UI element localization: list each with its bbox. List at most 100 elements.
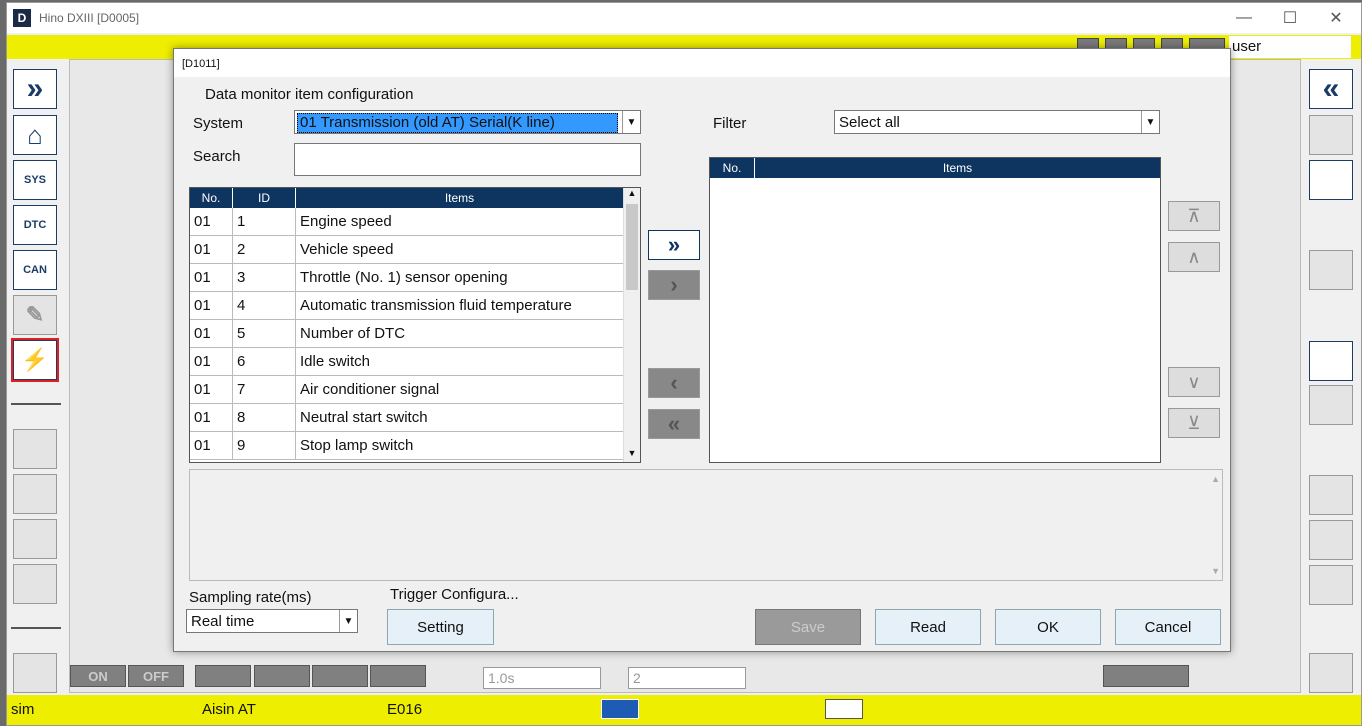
table-cell: 01 xyxy=(190,264,233,292)
filter-select[interactable]: Select all ▼ xyxy=(834,110,1160,134)
off-button[interactable]: OFF xyxy=(128,665,184,687)
system-select[interactable]: 01 Transmission (old AT) Serial(K line) … xyxy=(294,110,641,134)
chevron-down-icon[interactable]: ▼ xyxy=(1141,111,1159,133)
remove-button[interactable]: ‹ xyxy=(648,368,700,398)
chevron-down-icon[interactable]: ▼ xyxy=(339,610,357,632)
table-cell: 8 xyxy=(233,404,296,432)
table-cell: 01 xyxy=(190,376,233,404)
scroll-up-icon[interactable]: ▲ xyxy=(624,188,640,202)
data-monitor-button[interactable]: ⚡ xyxy=(11,338,59,382)
move-down-icon[interactable]: ∨ xyxy=(1168,367,1220,397)
cancel-button[interactable]: Cancel xyxy=(1115,609,1221,645)
search-input[interactable] xyxy=(294,143,641,176)
sidebar-divider xyxy=(11,403,61,405)
app-icon: D xyxy=(13,9,31,27)
table-row[interactable]: 01 1 Engine speed xyxy=(190,208,624,236)
setting-button[interactable]: Setting xyxy=(387,609,494,645)
training-grid-icon[interactable] xyxy=(13,564,57,604)
remove-all-button[interactable]: « xyxy=(648,409,700,439)
table-row[interactable]: 01 2 Vehicle speed xyxy=(190,236,624,264)
table-row[interactable]: 01 9 Stop lamp switch xyxy=(190,432,624,460)
minimize-button[interactable]: — xyxy=(1221,3,1267,33)
swap-icon[interactable] xyxy=(1309,250,1353,290)
add-all-button[interactable]: » xyxy=(648,230,700,260)
status-bar: sim Aisin AT E016 xyxy=(7,695,1361,725)
lock-grid-icon[interactable] xyxy=(13,519,57,559)
move-top-icon[interactable]: ⊼ xyxy=(1168,201,1220,231)
trigger-label: Trigger Configura... xyxy=(390,586,519,603)
table-row[interactable]: 01 8 Neutral start switch xyxy=(190,404,624,432)
table-cell: 9 xyxy=(233,432,296,460)
close-button[interactable]: ✕ xyxy=(1313,3,1359,33)
read-button[interactable]: Read xyxy=(875,609,981,645)
strip-bottom-icon[interactable] xyxy=(370,665,426,687)
table-row[interactable]: 01 5 Number of DTC xyxy=(190,320,624,348)
waveform-icon[interactable] xyxy=(1309,475,1353,515)
table-cell: 5 xyxy=(233,320,296,348)
chevron-down-icon[interactable]: ▼ xyxy=(622,111,640,133)
selected-items-table: No. Items xyxy=(709,157,1161,463)
column-header: Items xyxy=(942,161,973,175)
table-row[interactable]: 01 7 Air conditioner signal xyxy=(190,376,624,404)
settings-grid-icon[interactable] xyxy=(13,429,57,469)
table-row[interactable]: 01 6 Idle switch xyxy=(190,348,624,376)
chip-icon[interactable] xyxy=(13,653,57,693)
scroll-thumb[interactable] xyxy=(626,204,638,290)
fullscreen-icon[interactable] xyxy=(1309,520,1353,560)
dtc-button[interactable]: DTC xyxy=(13,205,57,245)
column-header: ID xyxy=(233,188,296,208)
move-up-icon[interactable]: ∧ xyxy=(1168,242,1220,272)
table-header: No. Items xyxy=(710,158,1160,178)
table-scrollbar[interactable]: ▲ ▼ xyxy=(623,188,640,462)
filter-label: Filter xyxy=(713,115,747,132)
ok-button[interactable]: OK xyxy=(995,609,1101,645)
right-sidebar: « xyxy=(1303,59,1361,693)
table-row[interactable]: 01 3 Throttle (No. 1) sensor opening xyxy=(190,264,624,292)
table-cell: Stop lamp switch xyxy=(296,432,624,460)
save-button[interactable]: Save xyxy=(755,609,861,645)
move-bottom-icon[interactable]: ⊻ xyxy=(1168,408,1220,438)
flag-icon[interactable] xyxy=(1103,665,1189,687)
table-cell: Vehicle speed xyxy=(296,236,624,264)
interval-select[interactable]: 1.0s xyxy=(483,667,601,689)
available-items-table: No. ID Items 01 1 Engine speed 01 2 Vehicle s… xyxy=(189,187,641,463)
sidebar-divider xyxy=(11,627,61,629)
table-cell: 6 xyxy=(233,348,296,376)
scroll-up-icon[interactable]: ▲ xyxy=(1211,474,1220,484)
ecu-up-icon[interactable] xyxy=(1309,160,1353,200)
sampling-select[interactable]: Real time ▼ xyxy=(186,609,358,633)
scroll-down-icon[interactable]: ▼ xyxy=(624,448,640,462)
tools-button[interactable]: ✎ xyxy=(13,295,57,335)
truck-icon xyxy=(601,699,639,719)
strip-top-icon[interactable] xyxy=(195,665,251,687)
play-icon[interactable] xyxy=(1309,653,1353,693)
window-title: Hino DXIII [D0005] xyxy=(39,11,140,25)
expand-sidebar-button[interactable]: » xyxy=(13,69,57,109)
on-button[interactable]: ON xyxy=(70,665,126,687)
home-button[interactable]: ⌂ xyxy=(13,115,57,155)
ecu-down-icon[interactable] xyxy=(1309,115,1353,155)
sys-button[interactable]: SYS xyxy=(13,160,57,200)
table-cell: Neutral start switch xyxy=(296,404,624,432)
can-button[interactable]: CAN xyxy=(13,250,57,290)
strip-down-icon[interactable] xyxy=(312,665,368,687)
edit-grid-icon[interactable] xyxy=(13,474,57,514)
column-header: Items xyxy=(296,188,624,208)
strip-up-icon[interactable] xyxy=(254,665,310,687)
monitor-table-icon[interactable] xyxy=(1309,341,1353,381)
layout-grid-icon[interactable] xyxy=(1309,565,1353,605)
table-cell: 4 xyxy=(233,292,296,320)
data-monitor-config-dialog: [D1011] Data monitor item configuration … xyxy=(173,48,1231,652)
table-row[interactable]: 01 4 Automatic transmission fluid temperat… xyxy=(190,292,624,320)
flash-icon[interactable] xyxy=(1309,385,1353,425)
sampling-label: Sampling rate(ms) xyxy=(189,589,312,606)
status-system: Aisin AT xyxy=(202,701,256,718)
table-cell: 01 xyxy=(190,292,233,320)
maximize-button[interactable]: ☐ xyxy=(1267,3,1313,33)
count-select[interactable]: 2 xyxy=(628,667,746,689)
collapse-sidebar-button[interactable]: « xyxy=(1309,69,1353,109)
column-header: No. xyxy=(710,158,755,178)
scroll-down-icon[interactable]: ▼ xyxy=(1211,566,1220,576)
table-cell: 01 xyxy=(190,236,233,264)
add-button[interactable]: › xyxy=(648,270,700,300)
